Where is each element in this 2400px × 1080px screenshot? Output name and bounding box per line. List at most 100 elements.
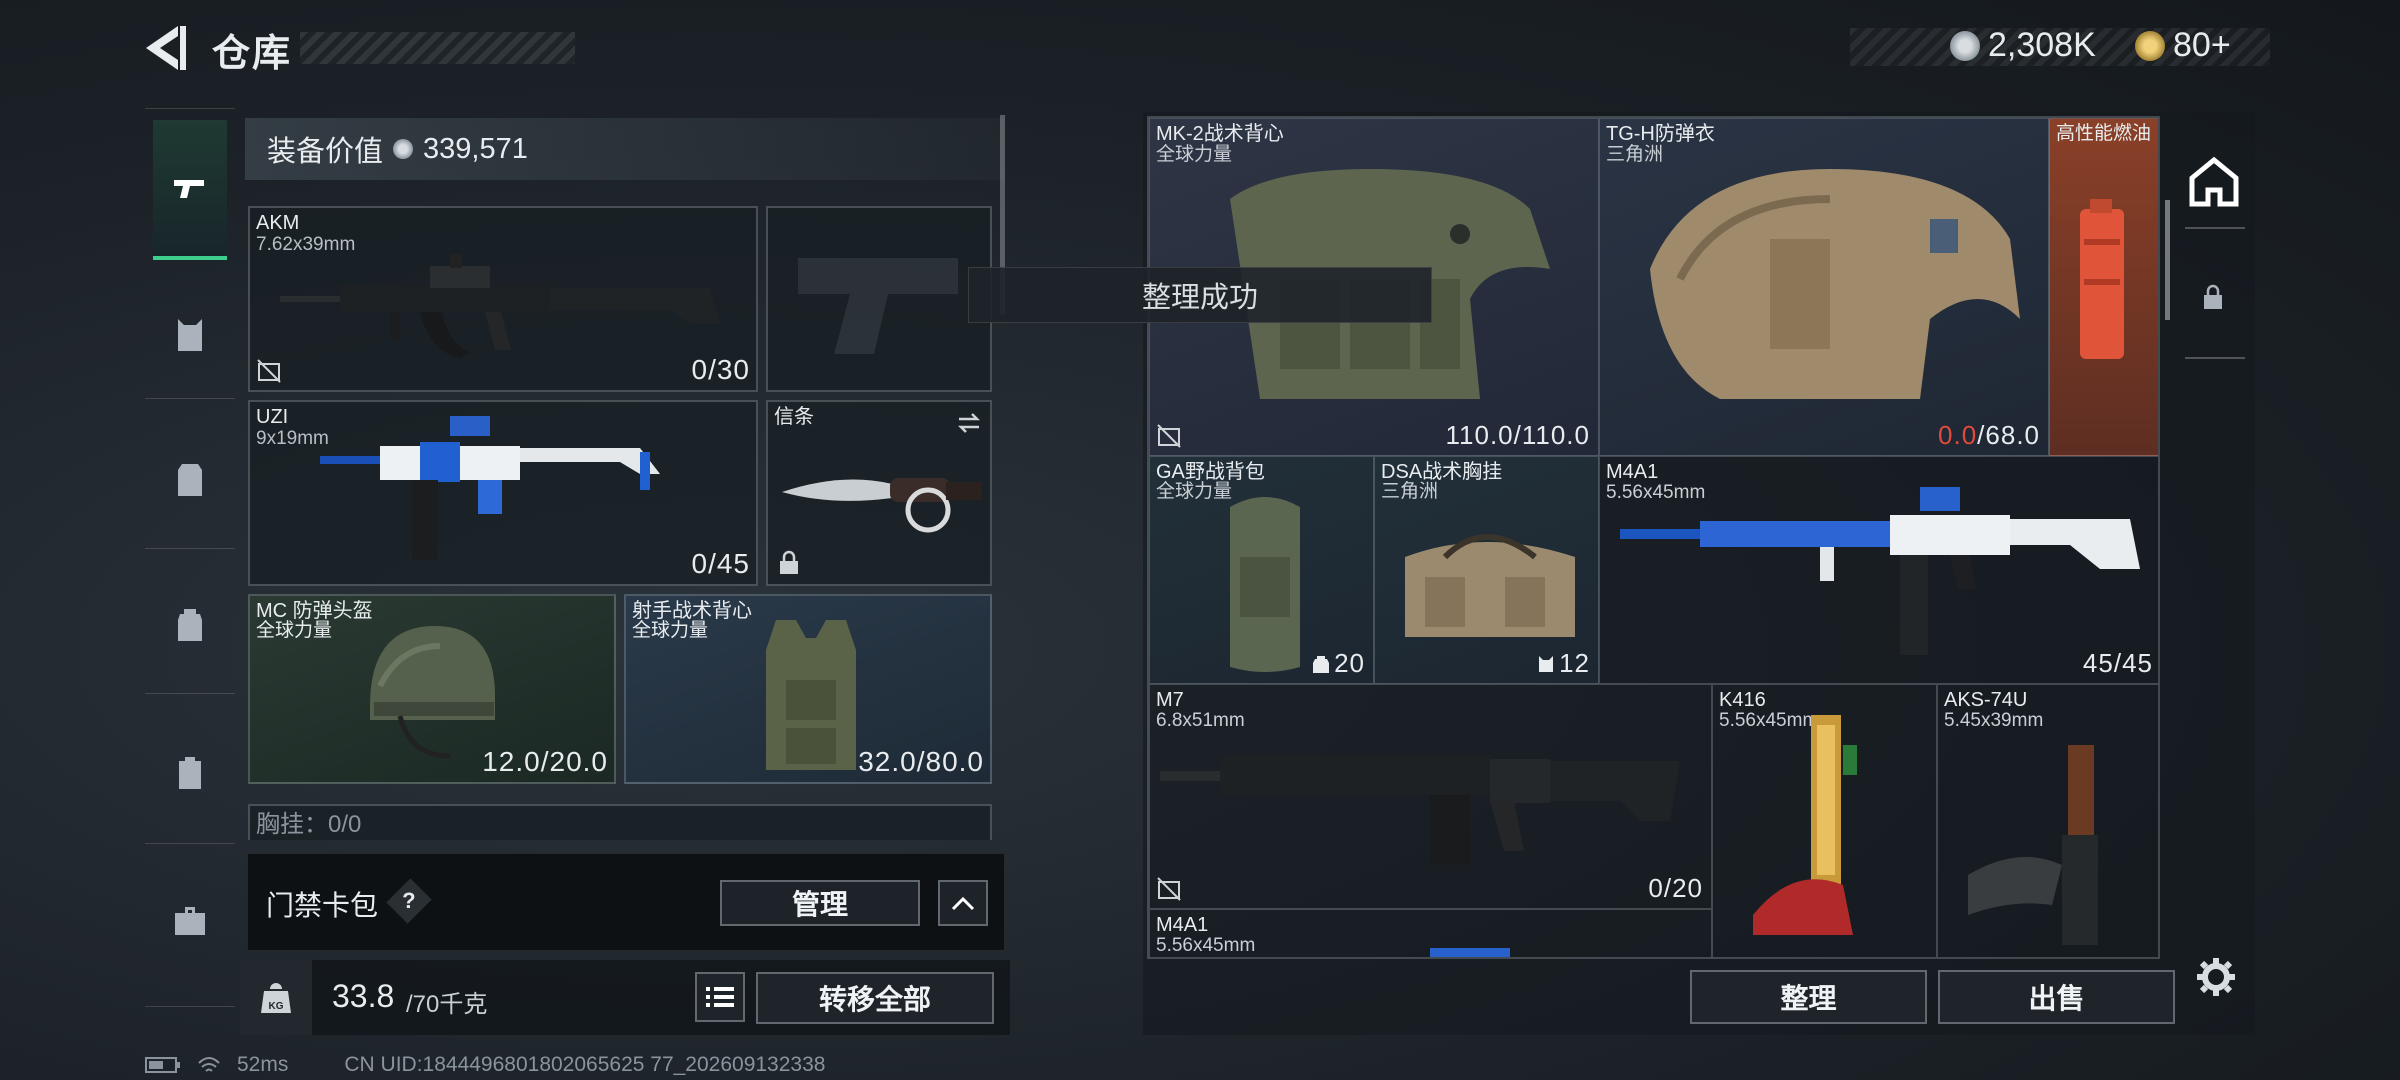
no-insure-icon bbox=[1157, 424, 1181, 448]
item-tgh-armor[interactable]: TG-H防弹衣 三角洲 0.0/68.0 bbox=[1599, 118, 2049, 456]
settings-button[interactable] bbox=[2195, 956, 2237, 998]
stash-house-icon bbox=[2189, 156, 2239, 207]
weight-bar: KG 33.8 /70千克 转移全部 bbox=[240, 960, 1010, 1035]
helmet-name: MC 防弹头盔 bbox=[256, 600, 373, 622]
back-button[interactable] bbox=[140, 22, 190, 74]
item-name: MK-2战术背心 bbox=[1156, 123, 1284, 145]
m7-rifle-image bbox=[1160, 755, 1680, 865]
akm-rifle-image bbox=[280, 254, 720, 358]
back-arrow-icon bbox=[146, 26, 186, 70]
slot-chest-rig[interactable]: 胸挂：0/0 bbox=[248, 804, 992, 840]
tab-armor[interactable] bbox=[153, 443, 227, 517]
equipment-value-amount: 339,571 bbox=[423, 132, 528, 165]
slot-pistol-empty[interactable] bbox=[766, 206, 992, 392]
wifi-icon bbox=[198, 1057, 220, 1072]
chevron-up-icon bbox=[951, 896, 975, 911]
rail-divider bbox=[2185, 227, 2245, 229]
durability: 12.0/20.0 bbox=[482, 746, 608, 777]
weight-max: /70千克 bbox=[406, 991, 488, 1018]
no-insure-icon bbox=[1157, 877, 1181, 901]
item-ga-backpack[interactable]: GA野战背包 全球力量 20 bbox=[1149, 456, 1374, 684]
slot-primary-weapon[interactable]: AKM 7.62x39mm 0/30 bbox=[248, 206, 758, 392]
currency-gold[interactable]: 80+ bbox=[2135, 26, 2231, 65]
item-k416[interactable]: K416 5.56x45mm bbox=[1712, 684, 1937, 957]
chest-rig-icon bbox=[178, 319, 202, 351]
briefcase-icon bbox=[175, 907, 205, 935]
ammo-count: 0/30 bbox=[691, 354, 750, 385]
durability: 32.0/80.0 bbox=[858, 746, 984, 777]
collapse-button[interactable] bbox=[938, 880, 988, 926]
swap-icon[interactable] bbox=[956, 410, 982, 436]
stash-tab[interactable] bbox=[2184, 152, 2244, 212]
silver-coin-icon bbox=[1950, 30, 1980, 61]
tab-backpack[interactable] bbox=[153, 588, 227, 662]
sell-button[interactable]: 出售 bbox=[1938, 970, 2175, 1024]
vest-image bbox=[766, 620, 856, 770]
help-icon[interactable]: ? bbox=[386, 878, 432, 924]
currency-silver[interactable]: 2,308K bbox=[1950, 26, 2096, 65]
melee-name: 信条 bbox=[774, 406, 814, 428]
item-fuel[interactable]: 高性能燃油 bbox=[2049, 118, 2158, 456]
durability-max: /68.0 bbox=[1977, 420, 2040, 450]
slot-melee[interactable]: 信条 bbox=[766, 400, 992, 586]
gear-icon bbox=[2197, 958, 2235, 996]
m4a1-rifle-image bbox=[1620, 487, 2140, 655]
bag-image bbox=[1405, 534, 1575, 637]
capacity-value: 20 bbox=[1334, 648, 1365, 678]
item-m7[interactable]: M7 6.8x51mm 0/20 bbox=[1149, 684, 1712, 909]
battery-icon bbox=[145, 1057, 180, 1073]
uzi-smg-image bbox=[320, 416, 660, 560]
ammo-count: 0/45 bbox=[691, 548, 750, 579]
armor-icon bbox=[178, 464, 202, 496]
lock-icon bbox=[780, 550, 798, 574]
category-sidebar bbox=[145, 108, 235, 1008]
slot-body-armor[interactable]: 射手战术背心 全球力量 32.0/80.0 bbox=[624, 594, 992, 784]
item-m4a1[interactable]: M4A1 5.56x45mm 45/45 bbox=[1599, 456, 2158, 684]
currency-gold-value: 80+ bbox=[2173, 26, 2231, 64]
weapon-caliber: 9x19mm bbox=[256, 428, 329, 449]
item-aks74u[interactable]: AKS-74U 5.45x39mm bbox=[1937, 684, 2158, 957]
manage-button[interactable]: 管理 bbox=[720, 880, 920, 926]
tab-case[interactable] bbox=[153, 736, 227, 810]
list-view-button[interactable] bbox=[695, 972, 745, 1022]
helmet-image bbox=[370, 626, 495, 759]
item-dsa-chest-rig[interactable]: DSA战术胸挂 三角洲 12 bbox=[1374, 456, 1599, 684]
chest-rig-label: 胸挂：0/0 bbox=[256, 811, 362, 838]
status-bar: 52ms CN UID:1844496801802065625 77_20260… bbox=[145, 1053, 825, 1077]
weight-current: 33.8 bbox=[332, 978, 395, 1014]
vest-name: 射手战术背心 bbox=[632, 600, 752, 622]
aks74u-rifle-image bbox=[1968, 745, 2098, 945]
chest-rig-small-icon bbox=[1539, 655, 1554, 672]
item-m4a1-second[interactable]: M4A1 5.56x45mm bbox=[1149, 909, 1712, 957]
tab-chest-rig[interactable] bbox=[153, 298, 227, 372]
tab-weapons[interactable] bbox=[153, 120, 227, 260]
transfer-all-button[interactable]: 转移全部 bbox=[756, 972, 994, 1024]
locked-tab[interactable] bbox=[2198, 282, 2228, 312]
weight-icon-box: KG bbox=[240, 960, 312, 1035]
silver-coin-icon bbox=[393, 139, 414, 159]
armor-vest-image bbox=[1650, 169, 2020, 399]
weapon-name: UZI bbox=[256, 406, 289, 428]
capacity-value: 12 bbox=[1559, 648, 1590, 678]
m4a1-rifle-image bbox=[1430, 948, 1510, 957]
sort-button[interactable]: 整理 bbox=[1690, 970, 1927, 1024]
title-decoration bbox=[300, 32, 575, 64]
access-card-bar: 门禁卡包 ? 管理 bbox=[247, 853, 1005, 951]
item-name: AKS-74U bbox=[1944, 689, 2028, 711]
ammo-count: 45/45 bbox=[2082, 648, 2153, 678]
slot-secondary-weapon[interactable]: UZI 9x19mm 0/45 bbox=[248, 400, 758, 586]
item-name: K416 bbox=[1719, 689, 1766, 711]
item-caliber: 5.56x45mm bbox=[1156, 935, 1256, 956]
no-insure-icon bbox=[257, 359, 281, 383]
tab-briefcase[interactable] bbox=[153, 884, 227, 958]
page-title: 仓库 bbox=[212, 33, 293, 75]
pistol-icon bbox=[174, 180, 204, 198]
equipment-value: 装备价值 339,571 bbox=[245, 118, 1005, 180]
backpack-small-icon bbox=[1313, 655, 1330, 673]
right-rail bbox=[2170, 112, 2260, 632]
gold-coin-icon bbox=[2135, 30, 2165, 61]
fuel-canister-image bbox=[2080, 199, 2124, 359]
item-caliber: 5.45x39mm bbox=[1944, 710, 2044, 731]
slot-helmet[interactable]: MC 防弹头盔 全球力量 12.0/20.0 bbox=[248, 594, 616, 784]
k416-rifle-image bbox=[1753, 715, 1857, 935]
